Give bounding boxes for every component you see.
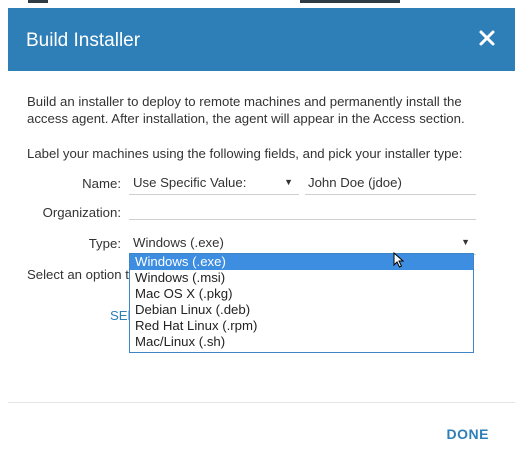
chevron-down-icon: ▼ [284, 177, 293, 187]
type-value: Windows (.exe) [133, 235, 224, 250]
background-strip [0, 0, 515, 8]
select-button[interactable]: SEl [110, 308, 131, 323]
organization-label: Organization: [42, 205, 121, 220]
type-select[interactable]: Windows (.exe) ▼ [129, 232, 476, 255]
type-option[interactable]: Debian Linux (.deb) [130, 302, 473, 318]
type-option[interactable]: Mac/Linux (.sh) [130, 334, 473, 350]
instructions-text: Label your machines using the following … [27, 146, 463, 161]
footer-divider [8, 402, 515, 403]
close-icon [479, 30, 495, 46]
type-label: Type: [88, 236, 121, 251]
name-value-text: John Doe (jdoe) [308, 175, 402, 190]
type-option[interactable]: Red Hat Linux (.rpm) [130, 318, 473, 334]
done-button[interactable]: DONE [447, 426, 489, 442]
name-value-field[interactable]: John Doe (jdoe) [305, 172, 476, 195]
organization-input[interactable] [129, 198, 476, 220]
dialog-header: Build Installer [8, 8, 515, 71]
type-option[interactable]: Windows (.msi) [130, 270, 473, 286]
select-option-text: Select an option t [27, 267, 129, 282]
dialog-title: Build Installer [26, 30, 141, 51]
close-button[interactable] [477, 28, 497, 48]
name-mode-select[interactable]: Use Specific Value: ▼ [129, 172, 299, 195]
name-label: Name: [82, 176, 121, 191]
name-mode-value: Use Specific Value: [133, 175, 247, 190]
intro-text: Build an installer to deploy to remote m… [27, 94, 465, 126]
mouse-cursor-icon [393, 252, 405, 268]
type-option[interactable]: Windows (.exe) [130, 254, 473, 270]
type-dropdown-list[interactable]: Windows (.exe) Windows (.msi) Mac OS X (… [129, 253, 474, 353]
chevron-down-icon: ▼ [461, 237, 470, 247]
type-option[interactable]: Mac OS X (.pkg) [130, 286, 473, 302]
